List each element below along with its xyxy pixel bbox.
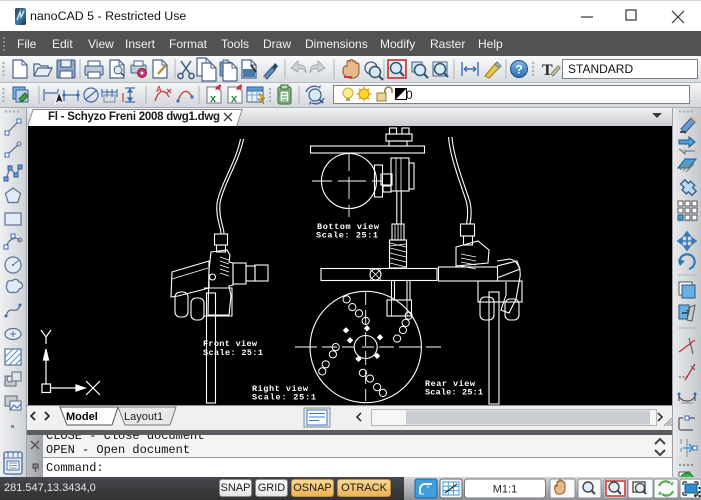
- svg-text:A: A: [156, 85, 162, 94]
- svg-text:T: T: [542, 62, 553, 79]
- svg-text:x: x: [231, 93, 238, 105]
- svg-text:Scale: 25:1: Scale: 25:1: [203, 348, 263, 358]
- svg-text:Scale: 25:1: Scale: 25:1: [252, 393, 316, 403]
- svg-text:Scale: 25:1: Scale: 25:1: [316, 231, 378, 241]
- svg-text:Layout1: Layout1: [124, 411, 163, 423]
- svg-text:x: x: [210, 93, 217, 105]
- svg-text:Scale: 25:1: Scale: 25:1: [425, 388, 483, 398]
- svg-text:?: ?: [515, 63, 522, 77]
- svg-text:M1:1: M1:1: [493, 484, 517, 496]
- svg-text:Model: Model: [66, 411, 98, 423]
